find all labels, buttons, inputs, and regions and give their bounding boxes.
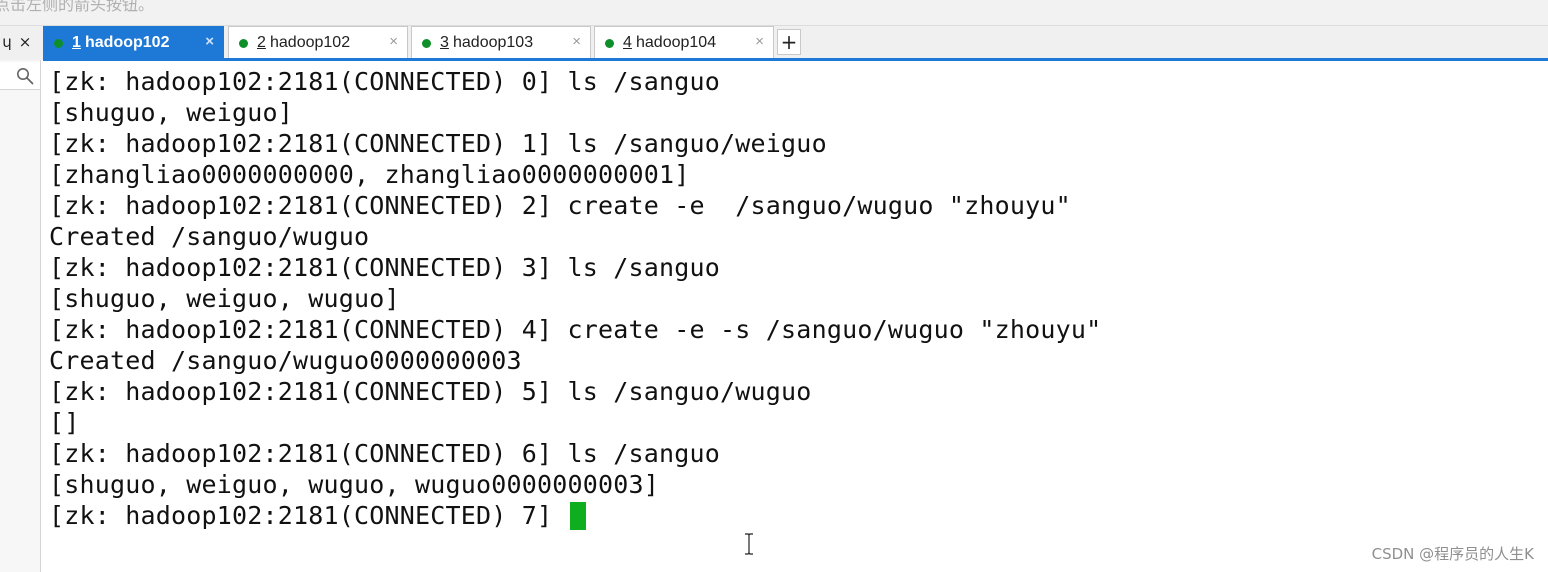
connected-status-dot — [54, 39, 63, 48]
hint-text: 点击左侧的箭头按钮。 — [0, 0, 155, 14]
connected-status-dot — [422, 39, 431, 48]
add-tab-button[interactable]: + — [777, 29, 801, 55]
tab-bar: ɥ × 1 hadoop102 × 2 hadoop102 × 3 hadoop… — [0, 26, 1548, 60]
search-icon[interactable] — [16, 67, 34, 85]
terminal-line: [zk: hadoop102:2181(CONNECTED) 1] ls /sa… — [49, 129, 827, 158]
tab-number: 3 — [440, 34, 449, 51]
connected-status-dot — [605, 39, 614, 48]
tab-label: hadoop103 — [453, 34, 534, 51]
tab-number: 4 — [623, 34, 632, 51]
terminal-line: [zk: hadoop102:2181(CONNECTED) 0] ls /sa… — [49, 67, 721, 96]
tab-2-hadoop102[interactable]: 2 hadoop102 × — [228, 26, 408, 58]
hint-bar: 点击左侧的箭头按钮。 — [0, 0, 1548, 26]
tab-1-hadoop102[interactable]: 1 hadoop102 × — [43, 26, 224, 58]
terminal-line: [zk: hadoop102:2181(CONNECTED) 4] create… — [49, 315, 1102, 344]
tab-number: 1 — [72, 34, 81, 51]
tab-close-icon[interactable]: × — [572, 33, 581, 50]
terminal-line: [shuguo, weiguo] — [49, 98, 294, 127]
session-side-panel — [0, 60, 41, 572]
terminal-line: [zk: hadoop102:2181(CONNECTED) 6] ls /sa… — [49, 439, 721, 468]
close-panel-icon[interactable]: × — [16, 26, 34, 58]
tab-number: 2 — [257, 34, 266, 51]
terminal-line: [zhangliao0000000000, zhangliao000000000… — [49, 160, 690, 189]
prompt-text: [zk: hadoop102:2181(CONNECTED) 7] — [49, 501, 568, 530]
terminal-line: [shuguo, weiguo, wuguo] — [49, 284, 400, 313]
tab-close-icon[interactable]: × — [755, 33, 764, 50]
terminal-line: [zk: hadoop102:2181(CONNECTED) 5] ls /sa… — [49, 377, 812, 406]
connected-status-dot — [239, 39, 248, 48]
tab-label: hadoop102 — [270, 34, 351, 51]
terminal-line: [] — [49, 408, 80, 437]
pin-icon[interactable]: ɥ — [0, 26, 14, 58]
terminal-cursor — [569, 502, 586, 530]
terminal-line: Created /sanguo/wuguo — [49, 222, 370, 251]
watermark: CSDN @程序员的人生K — [1371, 545, 1534, 563]
tab-close-icon[interactable]: × — [205, 33, 214, 50]
terminal-output[interactable]: [zk: hadoop102:2181(CONNECTED) 0] ls /sa… — [41, 61, 1548, 572]
terminal-line: [shuguo, weiguo, wuguo, wuguo0000000003] — [49, 470, 660, 499]
terminal-line: [zk: hadoop102:2181(CONNECTED) 2] create… — [49, 191, 1071, 220]
tab-label: hadoop104 — [636, 34, 717, 51]
tab-4-hadoop104[interactable]: 4 hadoop104 × — [594, 26, 774, 58]
terminal-line: [zk: hadoop102:2181(CONNECTED) 3] ls /sa… — [49, 253, 721, 282]
text-cursor-icon — [745, 533, 753, 555]
tab-3-hadoop103[interactable]: 3 hadoop103 × — [411, 26, 591, 58]
session-search-input[interactable] — [0, 62, 40, 90]
terminal-prompt-line[interactable]: [zk: hadoop102:2181(CONNECTED) 7] — [49, 500, 586, 531]
terminal-line: Created /sanguo/wuguo0000000003 — [49, 346, 522, 375]
tab-label: hadoop102 — [85, 34, 170, 51]
tab-close-icon[interactable]: × — [389, 33, 398, 50]
